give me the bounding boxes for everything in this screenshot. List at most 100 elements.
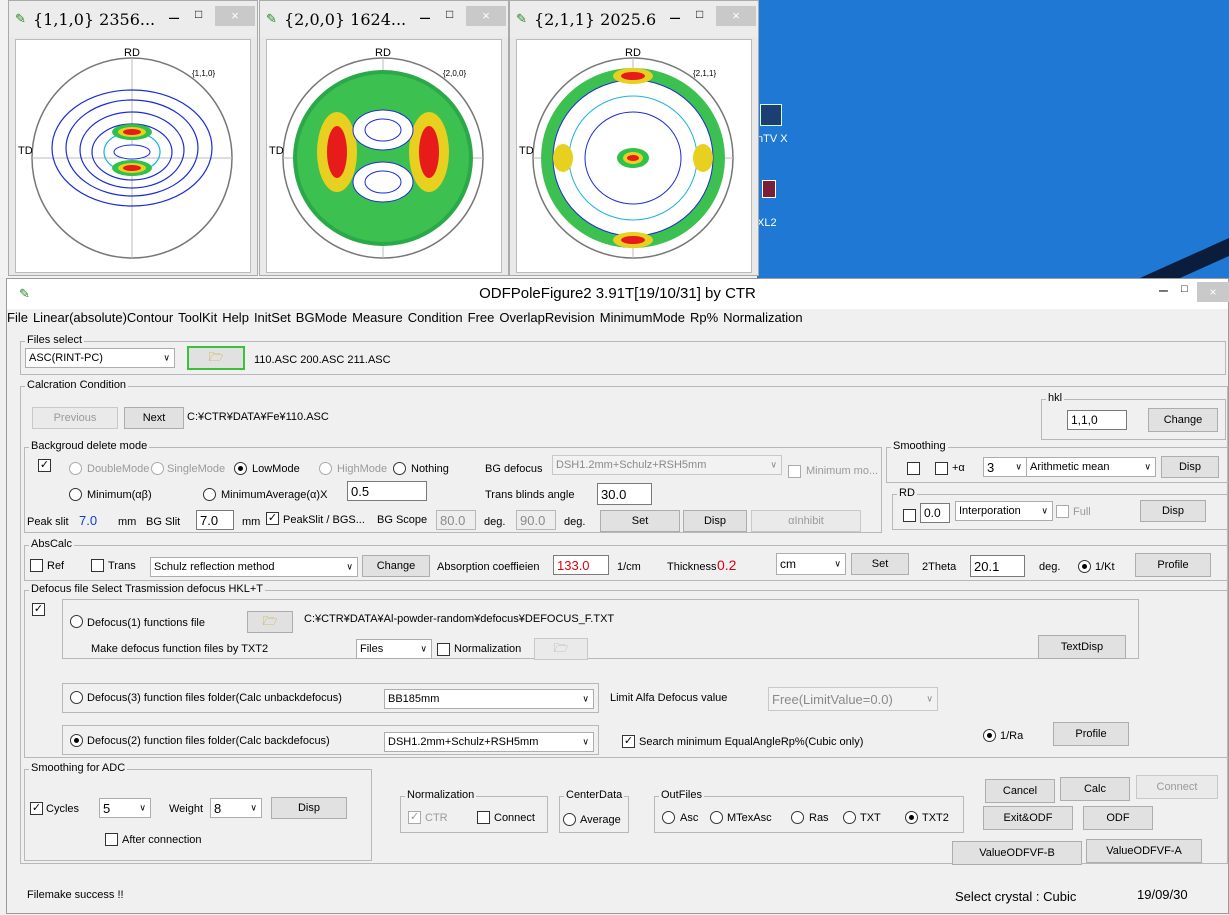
window-titlebar[interactable]: ✎ {2,1,1} 2025.6 – □ ×: [510, 1, 758, 37]
defocus1-radio[interactable]: [70, 615, 83, 628]
menu-bgmode[interactable]: BGMode: [296, 310, 347, 325]
smoothing-checkbox[interactable]: [907, 462, 920, 475]
average-radio[interactable]: [563, 813, 576, 826]
defocus-profile-button[interactable]: Profile: [1053, 722, 1129, 746]
cancel-button[interactable]: Cancel: [985, 779, 1055, 803]
defocus3-radio[interactable]: [70, 691, 83, 704]
rd-value-input[interactable]: 0.0: [920, 503, 950, 523]
normalization-checkbox[interactable]: [437, 643, 450, 656]
low-mode-radio[interactable]: [234, 462, 247, 475]
calc-button[interactable]: Calc: [1060, 777, 1130, 801]
minimize-icon[interactable]: –: [420, 7, 430, 28]
connect-button[interactable]: Connect: [1136, 775, 1218, 799]
ref-checkbox[interactable]: [30, 559, 43, 572]
after-connection-checkbox[interactable]: [105, 833, 118, 846]
rd-method-select[interactable]: Interporation ∨: [955, 501, 1053, 521]
hkl-input[interactable]: 1,1,0: [1067, 410, 1127, 430]
maximize-icon[interactable]: □: [696, 7, 703, 21]
double-mode-radio[interactable]: [69, 462, 82, 475]
mtexasc-radio[interactable]: [710, 811, 723, 824]
pole-figure-window[interactable]: ✎ {2,1,1} 2025.6 – □ × RD TD {2,1,1}: [509, 0, 759, 276]
close-icon[interactable]: ×: [1197, 282, 1229, 302]
main-window[interactable]: ✎ ODFPoleFigure2 3.91T[19/10/31] by CTR …: [6, 278, 1229, 914]
norm-connect-checkbox[interactable]: [477, 811, 490, 824]
file-format-select[interactable]: ASC(RINT-PC) ∨: [25, 348, 175, 368]
open-folder-button[interactable]: 🗁: [187, 346, 245, 370]
smoothing-level-select[interactable]: 3 ∨: [983, 457, 1027, 477]
desktop-app-icon[interactable]: [762, 180, 776, 198]
minimum-ab-radio[interactable]: [69, 488, 82, 501]
menu-overlaprevision[interactable]: OverlapRevision: [499, 310, 594, 325]
abs-method-select[interactable]: Schulz reflection method ∨: [150, 557, 358, 577]
defocus2-select[interactable]: DSH1.2mm+Schulz+RSH5mm ∨: [384, 732, 594, 752]
defocus2-radio[interactable]: [70, 734, 83, 747]
absorption-input[interactable]: 133.0: [553, 555, 609, 575]
minimize-icon[interactable]: –: [169, 7, 179, 28]
smoothing-disp-button[interactable]: Disp: [1161, 456, 1219, 478]
min-average-input[interactable]: 0.5: [347, 481, 427, 501]
close-icon[interactable]: ×: [716, 6, 756, 26]
menu-normalization[interactable]: Normalization: [723, 310, 802, 325]
abs-change-button[interactable]: Change: [362, 555, 430, 577]
peakslit-bgs-checkbox[interactable]: ✓: [266, 512, 279, 525]
menu-minimummode[interactable]: MinimumMode: [600, 310, 685, 325]
defocus-checkbox[interactable]: ✓: [32, 603, 45, 616]
app-titlebar[interactable]: ✎ ODFPoleFigure2 3.91T[19/10/31] by CTR …: [7, 279, 1229, 309]
bg-delete-checkbox[interactable]: ✓: [38, 459, 51, 472]
close-icon[interactable]: ×: [466, 6, 506, 26]
ctr-checkbox[interactable]: ✓: [408, 811, 421, 824]
trans-checkbox[interactable]: [91, 559, 104, 572]
thickness-unit-select[interactable]: cm ∨: [776, 553, 846, 575]
maximize-icon[interactable]: □: [1181, 283, 1188, 295]
minimize-icon[interactable]: –: [670, 7, 680, 28]
pole-figure-window[interactable]: ✎ {2,0,0} 1624... – □ × RD TD {2,0,0}: [259, 0, 509, 276]
cycles-select[interactable]: 5 ∨: [99, 798, 151, 818]
maximize-icon[interactable]: □: [195, 7, 202, 21]
menu-help[interactable]: Help: [222, 310, 249, 325]
hkl-change-button[interactable]: Change: [1148, 408, 1218, 432]
search-minimum-checkbox[interactable]: ✓: [622, 735, 635, 748]
rd-checkbox[interactable]: [903, 509, 916, 522]
next-button[interactable]: Next: [124, 407, 184, 429]
rd-full-checkbox[interactable]: [1056, 505, 1069, 518]
desktop-icon-label[interactable]: XL2: [757, 217, 777, 229]
menu-measure[interactable]: Measure: [352, 310, 403, 325]
menu-free[interactable]: Free: [468, 310, 495, 325]
plus-alpha-checkbox[interactable]: [935, 462, 948, 475]
desktop-icon-label[interactable]: nTV X: [757, 133, 788, 145]
high-mode-radio[interactable]: [319, 462, 332, 475]
bg-set-button[interactable]: Set: [600, 510, 680, 532]
weight-select[interactable]: 8 ∨: [210, 798, 262, 818]
alpha-inhibit-button[interactable]: αInhibit: [751, 510, 861, 532]
window-titlebar[interactable]: ✎ {2,0,0} 1624... – □ ×: [260, 1, 508, 37]
window-titlebar[interactable]: ✎ {1,1,0} 2356... – □ ×: [9, 1, 257, 37]
files-mode-select[interactable]: Files ∨: [356, 639, 432, 659]
abs-set-button[interactable]: Set: [851, 553, 909, 575]
txt-radio[interactable]: [843, 811, 856, 824]
value-odfvf-b-button[interactable]: ValueODFVF-B: [952, 841, 1082, 865]
rd-disp-button[interactable]: Disp: [1140, 500, 1206, 522]
bg-disp-button[interactable]: Disp: [683, 510, 747, 532]
peak-slit-value[interactable]: 7.0: [79, 513, 97, 528]
bg-scope-input-1[interactable]: 80.0: [436, 510, 476, 530]
value-odfvf-a-button[interactable]: ValueODFVF-A: [1086, 839, 1202, 863]
menu-toolkit[interactable]: ToolKit: [178, 310, 217, 325]
thickness-value[interactable]: 0.2: [717, 557, 736, 573]
minimum-mo-checkbox[interactable]: [788, 465, 801, 478]
textdisp-button[interactable]: TextDisp: [1038, 635, 1126, 659]
abs-profile-button[interactable]: Profile: [1135, 553, 1211, 577]
defocus1-open-button[interactable]: 🗁: [247, 611, 293, 633]
cycles-checkbox[interactable]: ✓: [30, 802, 43, 815]
close-icon[interactable]: ×: [215, 6, 255, 26]
menu-file[interactable]: File: [7, 310, 28, 325]
one-over-ra-radio[interactable]: [983, 729, 996, 742]
exit-odf-button[interactable]: Exit&ODF: [983, 806, 1073, 830]
bg-slit-input[interactable]: 7.0: [196, 510, 234, 530]
menu-condition[interactable]: Condition: [408, 310, 463, 325]
minimum-average-radio[interactable]: [203, 488, 216, 501]
ras-radio[interactable]: [791, 811, 804, 824]
txt2-radio[interactable]: [905, 811, 918, 824]
desktop-app-icon[interactable]: [760, 104, 782, 126]
smoothing-method-select[interactable]: Arithmetic mean ∨: [1026, 457, 1156, 477]
asc-radio[interactable]: [662, 811, 675, 824]
